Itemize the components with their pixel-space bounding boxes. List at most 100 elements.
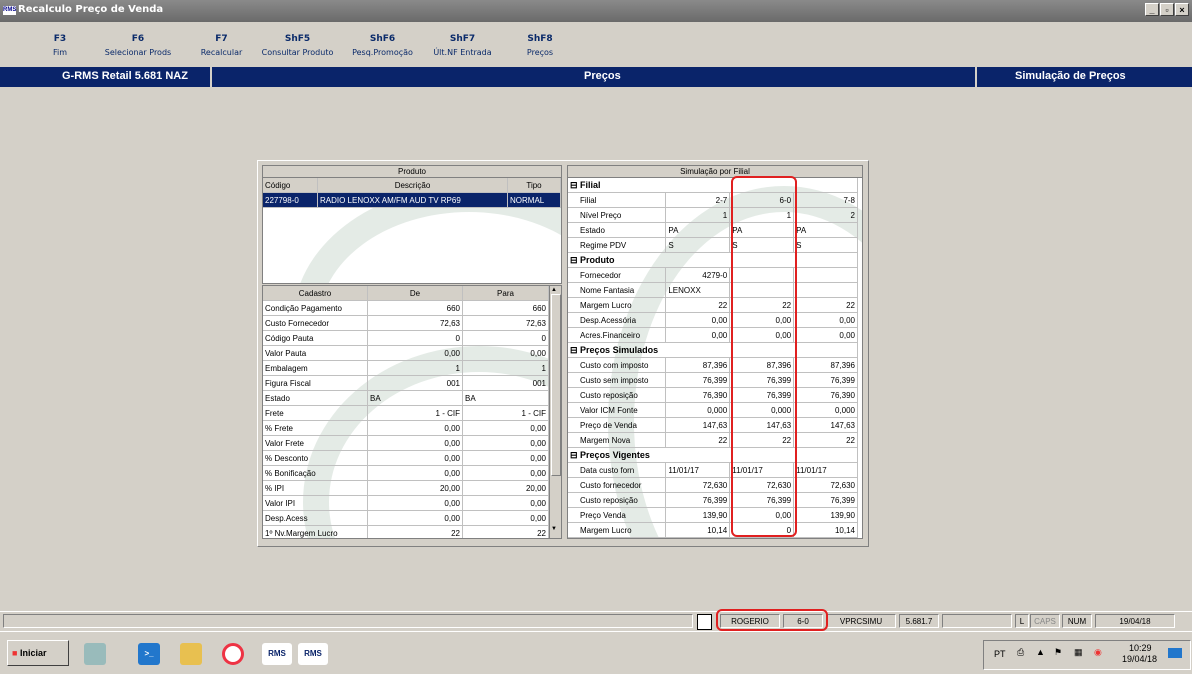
collapse-icon[interactable]: ⊟: [570, 345, 580, 355]
printer-icon[interactable]: ⎙: [1017, 647, 1024, 658]
collapse-icon[interactable]: ⊟: [570, 180, 580, 190]
shf7-ult-nf-entrada-button[interactable]: ShF7 Últ.NF Entrada: [425, 34, 500, 57]
cadastro-row[interactable]: Estado BA BA: [263, 390, 549, 406]
cadastro-label: Código Pauta: [263, 330, 368, 346]
f6-selecionar-prods-button[interactable]: F6 Selecionar Prods: [88, 34, 188, 57]
f7-recalcular-button[interactable]: F7 Recalcular: [194, 34, 249, 57]
volume-muted-icon[interactable]: ◉: [1094, 647, 1102, 658]
section-header[interactable]: ⊟ Filial: [568, 178, 858, 193]
cadastro-row[interactable]: % Frete 0,00 0,00: [263, 420, 549, 436]
cadastro-row[interactable]: Frete 1 - CIF 1 - CIF: [263, 405, 549, 421]
filial-value: 10,14: [665, 522, 731, 538]
arrow-up-icon[interactable]: ▲: [1036, 647, 1045, 657]
cadastro-para-value: 72,63: [462, 315, 549, 331]
close-button[interactable]: ×: [1175, 3, 1189, 16]
window-title-bar: RMS Recalculo Preço de Venda _ ▫ ×: [0, 0, 1192, 22]
cadastro-label: Valor Pauta: [263, 345, 368, 361]
simulacao-row[interactable]: Nível Preço 1 1 2: [568, 207, 858, 223]
shf6-pesq-promocao-button[interactable]: ShF6 Pesq.Promoção: [345, 34, 420, 57]
maximize-button[interactable]: ▫: [1160, 3, 1174, 16]
collapse-icon[interactable]: ⊟: [570, 255, 580, 265]
flag-icon[interactable]: ⚑: [1054, 647, 1062, 658]
simulacao-row[interactable]: Margem Lucro 22 22 22: [568, 297, 858, 313]
language-indicator[interactable]: PT: [994, 649, 1006, 659]
file-explorer-icon[interactable]: [180, 643, 202, 665]
powershell-icon[interactable]: >_: [138, 643, 160, 665]
cadastro-de-value: 0: [367, 330, 463, 346]
filial-value: 2-7: [665, 192, 731, 208]
chrome-icon[interactable]: [222, 643, 244, 665]
minimize-button[interactable]: _: [1145, 3, 1159, 16]
cadastro-row[interactable]: Código Pauta 0 0: [263, 330, 549, 346]
simulacao-row[interactable]: Desp.Acessória 0,00 0,00 0,00: [568, 312, 858, 328]
shf5-consultar-produto-button[interactable]: ShF5 Consultar Produto: [255, 34, 340, 57]
windows-flag-icon: ■: [12, 648, 18, 658]
simulacao-row[interactable]: Margem Nova 22 22 22: [568, 432, 858, 448]
scroll-down-icon[interactable]: ▼: [551, 526, 557, 532]
cadastro-para-value: 0,00: [462, 420, 549, 436]
filial-value: 0,000: [793, 402, 858, 418]
scroll-up-icon[interactable]: ▲: [551, 287, 557, 293]
simulacao-row[interactable]: Data custo forn 11/01/17 11/01/17 11/01/17: [568, 462, 858, 478]
cadastro-row[interactable]: % Bonificação 0,00 0,00: [263, 465, 549, 481]
simulacao-row[interactable]: Filial 2-7 6-0 7-8: [568, 192, 858, 208]
shf8-precos-button[interactable]: ShF8 Preços: [515, 34, 565, 57]
show-desktop-icon[interactable]: [1168, 648, 1182, 658]
produto-row-selected[interactable]: 227798-0 RADIO LENOXX AM/FM AUD TV RP69 …: [263, 192, 561, 208]
cadastro-row[interactable]: Condição Pagamento 660 660: [263, 300, 549, 316]
cadastro-row[interactable]: Valor Frete 0,00 0,00: [263, 435, 549, 451]
simulacao-row[interactable]: Regime PDV S S S: [568, 237, 858, 253]
simulacao-row[interactable]: Custo reposição 76,399 76,399 76,399: [568, 492, 858, 508]
filial-value: 76,399: [665, 372, 731, 388]
cadastro-row[interactable]: % Desconto 0,00 0,00: [263, 450, 549, 466]
simulacao-row[interactable]: Preço Venda 139,90 0,00 139,90: [568, 507, 858, 523]
field-label: Custo com imposto: [568, 357, 667, 373]
simulacao-row[interactable]: Custo reposição 76,390 76,399 76,390: [568, 387, 858, 403]
start-button[interactable]: ■ Iniciar: [7, 640, 69, 666]
taskbar: ■ Iniciar >_ RMS RMS PT ⎙ ▲ ⚑ ▦ ◉ 10:29 …: [0, 631, 1192, 674]
simulacao-row[interactable]: Valor ICM Fonte 0,000 0,000 0,000: [568, 402, 858, 418]
cadastro-row[interactable]: Valor Pauta 0,00 0,00: [263, 345, 549, 361]
filial-value: 10,14: [793, 522, 858, 538]
simulacao-row[interactable]: Custo sem imposto 76,399 76,399 76,399: [568, 372, 858, 388]
cadastro-label: Valor Frete: [263, 435, 368, 451]
cadastro-label: Figura Fiscal: [263, 375, 368, 391]
cadastro-para-value: 660: [462, 300, 549, 316]
rms-app-2-icon[interactable]: RMS: [298, 643, 328, 665]
rms-app-1-icon[interactable]: RMS: [262, 643, 292, 665]
filial-value: S: [665, 237, 731, 253]
cadastro-scrollbar[interactable]: ▲ ▼: [549, 286, 561, 538]
simulacao-row[interactable]: Fornecedor 4279-0: [568, 267, 858, 283]
server-manager-icon[interactable]: [84, 643, 106, 665]
simulacao-row[interactable]: Acres.Financeiro 0,00 0,00 0,00: [568, 327, 858, 343]
scroll-thumb[interactable]: [551, 294, 561, 476]
simulacao-row[interactable]: Custo fornecedor 72,630 72,630 72,630: [568, 477, 858, 493]
simulacao-row[interactable]: Estado PA PA PA: [568, 222, 858, 238]
rms-app-icon: RMS: [3, 6, 17, 15]
section-header[interactable]: ⊟ Preços Simulados: [568, 342, 858, 358]
collapse-icon[interactable]: ⊟: [570, 450, 580, 460]
cadastro-de-value: 0,00: [367, 510, 463, 526]
section-header[interactable]: ⊟ Preços Vigentes: [568, 447, 858, 463]
function-key-toolbar: F3 Fim F6 Selecionar Prods F7 Recalcular Sh…: [0, 22, 1192, 66]
filial-value: 22: [793, 432, 858, 448]
cadastro-row[interactable]: 1º Nv.Margem Lucro 22 22: [263, 525, 549, 538]
cadastro-row[interactable]: Desp.Acess 0,00 0,00: [263, 510, 549, 526]
produto-panel: Produto Código Descrição Tipo 227798-0 R…: [262, 165, 562, 284]
cadastro-para-value: 0,00: [462, 345, 549, 361]
filial-value: LENOXX: [665, 282, 731, 298]
version-label: G-RMS Retail 5.681 NAZ: [62, 70, 188, 82]
cadastro-row[interactable]: Custo Fornecedor 72,63 72,63: [263, 315, 549, 331]
simulacao-row[interactable]: Custo com imposto 87,396 87,396 87,396: [568, 357, 858, 373]
simulacao-row[interactable]: Preço de Venda 147,63 147,63 147,63: [568, 417, 858, 433]
cadastro-row[interactable]: Figura Fiscal 001 001: [263, 375, 549, 391]
section-header[interactable]: ⊟ Produto: [568, 252, 858, 268]
cadastro-row[interactable]: % IPI 20,00 20,00: [263, 480, 549, 496]
network-icon[interactable]: ▦: [1074, 647, 1083, 658]
simulacao-row[interactable]: Nome Fantasia LENOXX: [568, 282, 858, 298]
cadastro-row[interactable]: Embalagem 1 1: [263, 360, 549, 376]
filial-value: S: [793, 237, 858, 253]
f3-fim-button[interactable]: F3 Fim: [45, 34, 75, 57]
cadastro-row[interactable]: Valor IPI 0,00 0,00: [263, 495, 549, 511]
simulacao-row[interactable]: Margem Lucro 10,14 0 10,14: [568, 522, 858, 538]
